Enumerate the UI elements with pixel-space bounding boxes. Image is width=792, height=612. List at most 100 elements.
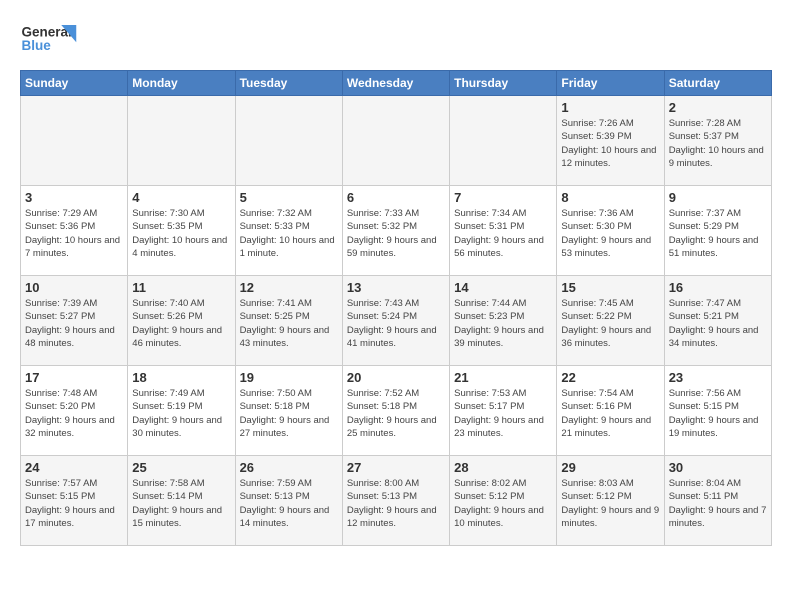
- day-number: 29: [561, 460, 659, 475]
- calendar-cell: 19 Sunrise: 7:50 AM Sunset: 5:18 PM Dayli…: [235, 366, 342, 456]
- day-number: 21: [454, 370, 552, 385]
- calendar-cell: 11 Sunrise: 7:40 AM Sunset: 5:26 PM Dayli…: [128, 276, 235, 366]
- day-info: Sunrise: 7:26 AM Sunset: 5:39 PM Dayligh…: [561, 117, 659, 170]
- day-info: Sunrise: 7:36 AM Sunset: 5:30 PM Dayligh…: [561, 207, 659, 260]
- calendar-cell: 15 Sunrise: 7:45 AM Sunset: 5:22 PM Dayli…: [557, 276, 664, 366]
- day-info: Sunrise: 8:00 AM Sunset: 5:13 PM Dayligh…: [347, 477, 445, 530]
- day-info: Sunrise: 7:45 AM Sunset: 5:22 PM Dayligh…: [561, 297, 659, 350]
- day-info: Sunrise: 8:04 AM Sunset: 5:11 PM Dayligh…: [669, 477, 767, 530]
- calendar-cell: 9 Sunrise: 7:37 AM Sunset: 5:29 PM Daylig…: [664, 186, 771, 276]
- weekday-header: Sunday: [21, 71, 128, 96]
- svg-text:Blue: Blue: [22, 38, 52, 53]
- day-number: 23: [669, 370, 767, 385]
- day-info: Sunrise: 7:56 AM Sunset: 5:15 PM Dayligh…: [669, 387, 767, 440]
- day-info: Sunrise: 7:41 AM Sunset: 5:25 PM Dayligh…: [240, 297, 338, 350]
- calendar-cell: 2 Sunrise: 7:28 AM Sunset: 5:37 PM Daylig…: [664, 96, 771, 186]
- day-number: 1: [561, 100, 659, 115]
- day-info: Sunrise: 7:50 AM Sunset: 5:18 PM Dayligh…: [240, 387, 338, 440]
- day-info: Sunrise: 8:02 AM Sunset: 5:12 PM Dayligh…: [454, 477, 552, 530]
- header: GeneralBlue: [20, 20, 772, 60]
- weekday-header: Tuesday: [235, 71, 342, 96]
- calendar-cell: [128, 96, 235, 186]
- day-info: Sunrise: 7:47 AM Sunset: 5:21 PM Dayligh…: [669, 297, 767, 350]
- weekday-header: Monday: [128, 71, 235, 96]
- day-info: Sunrise: 7:37 AM Sunset: 5:29 PM Dayligh…: [669, 207, 767, 260]
- day-number: 30: [669, 460, 767, 475]
- calendar-cell: 23 Sunrise: 7:56 AM Sunset: 5:15 PM Dayli…: [664, 366, 771, 456]
- logo-icon: GeneralBlue: [20, 20, 80, 60]
- weekday-header: Saturday: [664, 71, 771, 96]
- calendar-cell: 1 Sunrise: 7:26 AM Sunset: 5:39 PM Daylig…: [557, 96, 664, 186]
- calendar-cell: 29 Sunrise: 8:03 AM Sunset: 5:12 PM Dayli…: [557, 456, 664, 546]
- calendar-cell: [342, 96, 449, 186]
- calendar-cell: 22 Sunrise: 7:54 AM Sunset: 5:16 PM Dayli…: [557, 366, 664, 456]
- day-number: 6: [347, 190, 445, 205]
- day-number: 14: [454, 280, 552, 295]
- day-info: Sunrise: 7:29 AM Sunset: 5:36 PM Dayligh…: [25, 207, 123, 260]
- calendar-week-row: 17Sunrise: 7:48 AM Sunset: 5:20 PM Dayli…: [21, 366, 772, 456]
- day-number: 5: [240, 190, 338, 205]
- day-number: 3: [25, 190, 123, 205]
- day-number: 24: [25, 460, 123, 475]
- day-info: Sunrise: 7:30 AM Sunset: 5:35 PM Dayligh…: [132, 207, 230, 260]
- day-number: 9: [669, 190, 767, 205]
- calendar-cell: 7 Sunrise: 7:34 AM Sunset: 5:31 PM Daylig…: [450, 186, 557, 276]
- day-number: 8: [561, 190, 659, 205]
- day-number: 20: [347, 370, 445, 385]
- calendar-cell: 17Sunrise: 7:48 AM Sunset: 5:20 PM Dayli…: [21, 366, 128, 456]
- calendar-cell: 12 Sunrise: 7:41 AM Sunset: 5:25 PM Dayli…: [235, 276, 342, 366]
- day-number: 7: [454, 190, 552, 205]
- day-info: Sunrise: 7:43 AM Sunset: 5:24 PM Dayligh…: [347, 297, 445, 350]
- day-info: Sunrise: 7:44 AM Sunset: 5:23 PM Dayligh…: [454, 297, 552, 350]
- calendar-cell: [450, 96, 557, 186]
- day-number: 15: [561, 280, 659, 295]
- day-number: 28: [454, 460, 552, 475]
- calendar-cell: 6 Sunrise: 7:33 AM Sunset: 5:32 PM Daylig…: [342, 186, 449, 276]
- day-number: 2: [669, 100, 767, 115]
- calendar-cell: 25 Sunrise: 7:58 AM Sunset: 5:14 PM Dayli…: [128, 456, 235, 546]
- calendar-cell: 26 Sunrise: 7:59 AM Sunset: 5:13 PM Dayli…: [235, 456, 342, 546]
- calendar-cell: 5 Sunrise: 7:32 AM Sunset: 5:33 PM Daylig…: [235, 186, 342, 276]
- day-info: Sunrise: 7:52 AM Sunset: 5:18 PM Dayligh…: [347, 387, 445, 440]
- day-number: 22: [561, 370, 659, 385]
- weekday-header: Wednesday: [342, 71, 449, 96]
- day-number: 10: [25, 280, 123, 295]
- day-number: 17: [25, 370, 123, 385]
- day-info: Sunrise: 8:03 AM Sunset: 5:12 PM Dayligh…: [561, 477, 659, 530]
- day-info: Sunrise: 7:59 AM Sunset: 5:13 PM Dayligh…: [240, 477, 338, 530]
- calendar-cell: [235, 96, 342, 186]
- day-number: 4: [132, 190, 230, 205]
- day-info: Sunrise: 7:32 AM Sunset: 5:33 PM Dayligh…: [240, 207, 338, 260]
- day-info: Sunrise: 7:54 AM Sunset: 5:16 PM Dayligh…: [561, 387, 659, 440]
- calendar-cell: 16 Sunrise: 7:47 AM Sunset: 5:21 PM Dayli…: [664, 276, 771, 366]
- calendar-cell: 13Sunrise: 7:43 AM Sunset: 5:24 PM Dayli…: [342, 276, 449, 366]
- day-number: 25: [132, 460, 230, 475]
- weekday-header: Friday: [557, 71, 664, 96]
- logo: GeneralBlue: [20, 20, 80, 60]
- day-number: 19: [240, 370, 338, 385]
- calendar-cell: 20 Sunrise: 7:52 AM Sunset: 5:18 PM Dayli…: [342, 366, 449, 456]
- day-info: Sunrise: 7:34 AM Sunset: 5:31 PM Dayligh…: [454, 207, 552, 260]
- calendar-week-row: 10Sunrise: 7:39 AM Sunset: 5:27 PM Dayli…: [21, 276, 772, 366]
- day-info: Sunrise: 7:40 AM Sunset: 5:26 PM Dayligh…: [132, 297, 230, 350]
- calendar-cell: 28 Sunrise: 8:02 AM Sunset: 5:12 PM Dayli…: [450, 456, 557, 546]
- day-info: Sunrise: 7:28 AM Sunset: 5:37 PM Dayligh…: [669, 117, 767, 170]
- day-info: Sunrise: 7:53 AM Sunset: 5:17 PM Dayligh…: [454, 387, 552, 440]
- day-number: 16: [669, 280, 767, 295]
- day-info: Sunrise: 7:58 AM Sunset: 5:14 PM Dayligh…: [132, 477, 230, 530]
- calendar-cell: 14 Sunrise: 7:44 AM Sunset: 5:23 PM Dayli…: [450, 276, 557, 366]
- calendar-week-row: 1 Sunrise: 7:26 AM Sunset: 5:39 PM Daylig…: [21, 96, 772, 186]
- calendar-cell: 4 Sunrise: 7:30 AM Sunset: 5:35 PM Daylig…: [128, 186, 235, 276]
- day-number: 11: [132, 280, 230, 295]
- day-number: 26: [240, 460, 338, 475]
- calendar-cell: 24Sunrise: 7:57 AM Sunset: 5:15 PM Dayli…: [21, 456, 128, 546]
- day-number: 12: [240, 280, 338, 295]
- day-info: Sunrise: 7:49 AM Sunset: 5:19 PM Dayligh…: [132, 387, 230, 440]
- day-info: Sunrise: 7:33 AM Sunset: 5:32 PM Dayligh…: [347, 207, 445, 260]
- calendar-week-row: 24Sunrise: 7:57 AM Sunset: 5:15 PM Dayli…: [21, 456, 772, 546]
- calendar-cell: 18 Sunrise: 7:49 AM Sunset: 5:19 PM Dayli…: [128, 366, 235, 456]
- calendar-cell: 3 Sunrise: 7:29 AM Sunset: 5:36 PM Daylig…: [21, 186, 128, 276]
- calendar-cell: 30 Sunrise: 8:04 AM Sunset: 5:11 PM Dayli…: [664, 456, 771, 546]
- calendar-cell: 21 Sunrise: 7:53 AM Sunset: 5:17 PM Dayli…: [450, 366, 557, 456]
- day-number: 18: [132, 370, 230, 385]
